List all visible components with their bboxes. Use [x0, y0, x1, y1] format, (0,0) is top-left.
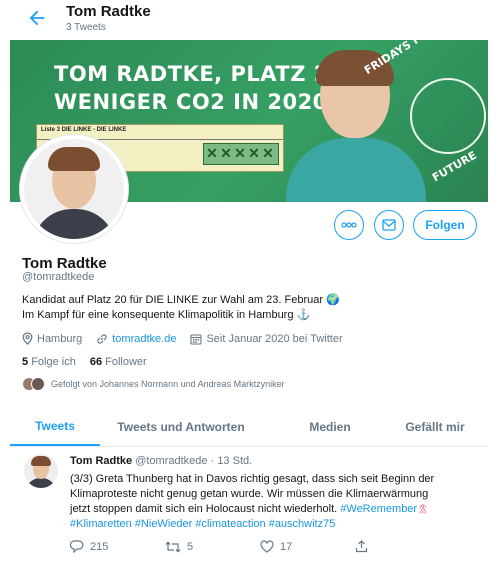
- mini-avatar: [31, 377, 45, 391]
- location-text: Hamburg: [37, 332, 83, 345]
- ballot-cross-icon: ✕: [206, 145, 218, 161]
- website-link[interactable]: tomradtke.de: [112, 333, 176, 345]
- top-bar: Tom Radtke 3 Tweets: [0, 0, 496, 40]
- ballot-cross-icon: ✕: [234, 145, 246, 161]
- tweet-line: jetzt stoppen damit sich ein Holocaust n…: [70, 502, 480, 517]
- tweet-author-name[interactable]: Tom Radtke: [70, 455, 132, 467]
- tab-tweets-and-replies[interactable]: Tweets und Antworten: [106, 408, 256, 446]
- location: Hamburg: [22, 332, 82, 345]
- bio-line: Im Kampf für eine konsequente Klimapolit…: [22, 309, 311, 321]
- followed-by[interactable]: Gefolgt von Johannes Normann und Andreas…: [22, 377, 285, 391]
- tweet-line: Klimaproteste nicht genug getan wurde. W…: [70, 488, 429, 500]
- profile-tabs: Tweets Tweets und Antworten Medien Gefäl…: [10, 408, 488, 447]
- bio-line: Kandidat auf Platz 20 für DIE LINKE zur …: [22, 294, 340, 306]
- retweet-icon: [165, 541, 181, 552]
- ballot-cross-icon: ✕: [220, 145, 232, 161]
- profile-handle: @tomradtkede: [22, 271, 95, 283]
- follow-counts: 5 Folge ich 66 Follower: [22, 356, 147, 368]
- tab-tweets[interactable]: Tweets: [10, 408, 100, 446]
- retweet-button[interactable]: 5: [165, 540, 260, 553]
- website[interactable]: tomradtke.de: [96, 333, 176, 345]
- profile-avatar[interactable]: [20, 135, 128, 243]
- more-options-button[interactable]: [334, 210, 364, 240]
- header-name: Tom Radtke: [66, 3, 151, 20]
- banner-person-photo: [286, 50, 426, 202]
- profile-meta: Hamburg tomradtke.de Seit Januar 2020 be…: [22, 332, 343, 345]
- tweet-header: Tom Radtke @tomradtkede · 13 Std.: [70, 455, 252, 467]
- reply-button[interactable]: 215: [70, 540, 165, 553]
- header-tweet-count: 3 Tweets: [66, 22, 106, 33]
- location-pin-icon: [22, 332, 33, 345]
- tweet-text: (3/3) Greta Thunberg hat in Davos richti…: [70, 472, 480, 532]
- tweet-time[interactable]: 13 Std.: [217, 455, 252, 467]
- more-icon: [341, 222, 357, 228]
- following-count: 5: [22, 356, 29, 368]
- tweet-actions: 215 5 17: [70, 540, 450, 553]
- tab-likes[interactable]: Gefällt mir: [390, 408, 480, 446]
- hashtags-line[interactable]: #Klimaretten #NieWieder #climateaction #…: [70, 517, 480, 532]
- ribbon-icon: 🎗: [417, 504, 429, 514]
- like-count: 17: [280, 540, 293, 553]
- followers-count: 66: [89, 356, 103, 368]
- share-icon: [355, 540, 368, 553]
- joined-text: Seit Januar 2020 bei Twitter: [206, 332, 343, 345]
- globe-icon: [410, 78, 486, 154]
- follow-button[interactable]: Folgen: [413, 210, 477, 240]
- ballot-cross-icon: ✕: [262, 145, 274, 161]
- follower-avatars: [22, 377, 45, 391]
- reply-count: 215: [90, 540, 109, 553]
- tweet-author-handle[interactable]: @tomradtkede: [135, 455, 207, 467]
- following-stat[interactable]: 5 Folge ich: [22, 356, 76, 368]
- tweet-line-text: jetzt stoppen damit sich ein Holocaust n…: [70, 503, 338, 515]
- following-label: Folge ich: [31, 356, 76, 368]
- followers-stat[interactable]: 66 Follower: [90, 356, 147, 368]
- hashtag-link[interactable]: #WeRemember: [340, 503, 417, 515]
- profile-bio: Kandidat auf Platz 20 für DIE LINKE zur …: [22, 293, 462, 323]
- tweet-avatar[interactable]: [24, 454, 58, 488]
- tweet-line: (3/3) Greta Thunberg hat in Davos richti…: [70, 473, 435, 485]
- back-arrow-icon[interactable]: [26, 7, 48, 29]
- heart-icon: [260, 540, 274, 553]
- share-button[interactable]: [355, 540, 450, 553]
- link-icon: [97, 333, 107, 344]
- joined-date: Seit Januar 2020 bei Twitter: [190, 332, 343, 345]
- followers-label: Follower: [105, 356, 147, 368]
- message-button[interactable]: [374, 210, 404, 240]
- followed-by-text: Gefolgt von Johannes Normann und Andreas…: [51, 379, 285, 389]
- envelope-icon: [382, 219, 396, 231]
- tab-media[interactable]: Medien: [278, 408, 382, 446]
- profile-name: Tom Radtke: [22, 255, 107, 272]
- tweet[interactable]: Tom Radtke @tomradtkede · 13 Std. (3/3) …: [10, 446, 488, 564]
- tweet-separator: ·: [210, 455, 215, 467]
- like-button[interactable]: 17: [260, 540, 355, 553]
- calendar-icon: [190, 333, 203, 345]
- reply-icon: [70, 540, 84, 553]
- ballot-label: Liste 3 DIE LINKE - DIE LINKE: [41, 127, 127, 133]
- retweet-count: 5: [187, 540, 194, 553]
- ballot-cross-icon: ✕: [248, 145, 260, 161]
